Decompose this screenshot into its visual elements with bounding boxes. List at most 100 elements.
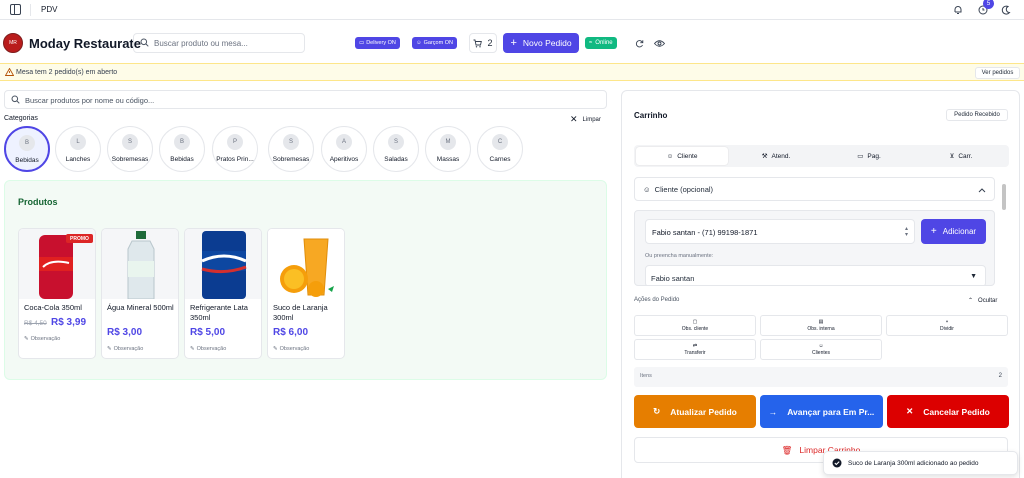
product-search-input[interactable]: Buscar produtos por nome ou código... bbox=[4, 90, 607, 109]
client-accordion[interactable]: ☺ Cliente (opcional) bbox=[634, 177, 995, 201]
clear-categories-button[interactable]: ✕ Limpar bbox=[570, 114, 601, 125]
product-card-refrigerante-lata[interactable]: Refrigerante Lata 350ml R$ 5,00 ✎ Observa… bbox=[184, 228, 262, 359]
cart-button[interactable]: 2 bbox=[469, 33, 497, 53]
product-card-agua-mineral[interactable]: Água Mineral 500ml R$ 3,00 ✎ Observação bbox=[101, 228, 179, 359]
cart-icon: ⊻ bbox=[949, 153, 955, 160]
product-card-suco-laranja[interactable]: Suco de Laranja 300ml R$ 6,00 ✎ Observaçã… bbox=[267, 228, 345, 359]
cancel-order-button[interactable]: ✕ Cancelar Pedido bbox=[887, 395, 1009, 428]
scrollbar[interactable] bbox=[1001, 175, 1007, 285]
dividir-button[interactable]: ⑂ Dividir bbox=[886, 315, 1008, 336]
manual-client-select[interactable]: Fabio santan ▼ bbox=[645, 265, 986, 285]
cart-tabs: ☺ Cliente ⚒ Atend. ▭ Pag. ⊻ Carr. bbox=[634, 145, 1009, 167]
eye-icon[interactable] bbox=[652, 36, 666, 50]
tab-carrinho[interactable]: ⊻ Carr. bbox=[915, 147, 1007, 165]
chevron-up-icon: ⌃ bbox=[968, 298, 974, 304]
order-status-button[interactable]: Pedido Recebido bbox=[946, 109, 1008, 121]
clientes-button[interactable]: ☺ Clientes bbox=[760, 339, 882, 360]
category-massas[interactable]: M Massas bbox=[425, 126, 471, 172]
category-bebidas[interactable]: B Bebidas bbox=[4, 126, 50, 172]
product-name: Água Mineral 500ml bbox=[107, 303, 174, 312]
update-order-button[interactable]: ↻ Atualizar Pedido bbox=[634, 395, 756, 428]
observation-button[interactable]: ✎ Observação bbox=[273, 346, 309, 352]
check-circle-icon bbox=[832, 458, 842, 468]
observation-button[interactable]: ✎ Observação bbox=[190, 346, 226, 352]
client-form: Fabio santan - (71) 99198-1871 ▴ ▾ + Adici… bbox=[634, 210, 995, 286]
hide-actions-button[interactable]: ⌃ Ocultar bbox=[968, 297, 997, 305]
tab-pagamento[interactable]: ▭ Pag. bbox=[823, 147, 915, 165]
clear-label: Limpar bbox=[582, 116, 601, 123]
delivery-label: Delivery ON bbox=[366, 40, 396, 46]
category-label: Lanches bbox=[65, 156, 91, 163]
divider bbox=[30, 4, 31, 16]
category-label: Sobremesas bbox=[111, 156, 149, 163]
category-label: Saladas bbox=[384, 156, 408, 163]
accordion-label: ☺ Cliente (opcional) bbox=[643, 185, 713, 194]
category-lanches[interactable]: L Lanches bbox=[55, 126, 101, 172]
observation-label: Observação bbox=[279, 346, 310, 352]
client-select[interactable]: Fabio santan - (71) 99198-1871 ▴ ▾ bbox=[645, 219, 915, 244]
search-input[interactable]: Buscar produto ou mesa... bbox=[133, 33, 305, 53]
delivery-toggle[interactable]: ▭ Delivery ON bbox=[355, 37, 400, 49]
open-orders-warning: Mesa tem 2 pedido(s) em aberto Ver pedid… bbox=[0, 63, 1024, 81]
category-saladas[interactable]: S Saladas bbox=[373, 126, 419, 172]
category-sobremesas-2[interactable]: S Sobremesas bbox=[268, 126, 314, 172]
category-label: Carnes bbox=[489, 156, 511, 163]
actions-title: Ações do Pedido bbox=[634, 297, 680, 303]
action-label: Dividir bbox=[940, 326, 954, 332]
bell-icon[interactable] bbox=[951, 3, 965, 17]
product-image bbox=[268, 229, 344, 299]
garcom-toggle[interactable]: ☺ Garçom ON bbox=[412, 37, 457, 49]
product-card-coca-cola[interactable]: PROMO Coca-Cola 350ml R$ 4,50 R$ 3,99 ✎ O… bbox=[18, 228, 96, 359]
category-label: Pratos Prin... bbox=[216, 156, 254, 163]
edit-icon: ✎ bbox=[190, 346, 195, 352]
view-orders-button[interactable]: Ver pedidos bbox=[975, 67, 1020, 79]
category-bebidas-2[interactable]: B Bebidas bbox=[159, 126, 205, 172]
category-pratos-principais[interactable]: P Pratos Prin... bbox=[212, 126, 258, 172]
action-label: Transferir bbox=[684, 350, 706, 356]
sidebar-toggle-icon[interactable] bbox=[10, 4, 21, 15]
observation-button[interactable]: ✎ Observação bbox=[107, 346, 143, 352]
toast-text: Suco de Laranja 300ml adicionado ao pedi… bbox=[848, 459, 979, 467]
arrow-right-icon: → bbox=[768, 406, 778, 417]
category-initial: C bbox=[492, 134, 508, 150]
cart-count: 2 bbox=[487, 38, 493, 48]
cancel-order-label: Cancelar Pedido bbox=[923, 406, 990, 417]
refresh-icon[interactable] bbox=[632, 36, 646, 50]
category-label: Sobremesas bbox=[272, 156, 310, 163]
obs-cliente-button[interactable]: ▢ Obs. cliente bbox=[634, 315, 756, 336]
tab-label: Carr. bbox=[958, 152, 973, 160]
advance-order-button[interactable]: → Avançar para Em Pr... bbox=[760, 395, 883, 428]
moon-icon[interactable] bbox=[999, 3, 1013, 17]
warning-text: Mesa tem 2 pedido(s) em aberto bbox=[16, 69, 118, 76]
add-client-label: Adicionar bbox=[942, 227, 977, 236]
garcom-label: Garçom ON bbox=[423, 40, 453, 46]
observation-button[interactable]: ✎ Observação bbox=[24, 336, 60, 342]
tab-atendimento[interactable]: ⚒ Atend. bbox=[730, 147, 822, 165]
categories-title: Categorias bbox=[4, 115, 38, 122]
observation-label: Observação bbox=[196, 346, 227, 352]
tab-label: Atend. bbox=[771, 152, 791, 160]
tab-label: Pag. bbox=[867, 152, 881, 160]
scrollbar-thumb[interactable] bbox=[1002, 184, 1006, 210]
add-client-button[interactable]: + Adicionar bbox=[921, 219, 986, 244]
tab-label: Cliente bbox=[677, 152, 698, 160]
product-name: Refrigerante Lata 350ml bbox=[190, 303, 248, 322]
card-icon: ▭ bbox=[857, 153, 864, 160]
transferir-button[interactable]: ⇄ Transferir bbox=[634, 339, 756, 360]
new-order-button[interactable]: + Novo Pedido bbox=[503, 33, 579, 53]
message-icon: ▢ bbox=[692, 319, 698, 325]
products-panel: Produtos PROMO Coca-Cola 350ml R$ 4,50 R… bbox=[4, 180, 607, 380]
search-icon bbox=[11, 95, 20, 106]
category-aperitivos[interactable]: A Aperitivos bbox=[321, 126, 367, 172]
observation-label: Observação bbox=[30, 336, 61, 342]
category-sobremesas[interactable]: S Sobremesas bbox=[107, 126, 153, 172]
search-icon bbox=[140, 38, 149, 49]
users-icon: ☺ bbox=[818, 343, 824, 349]
action-label: Obs. interna bbox=[807, 326, 835, 332]
obs-interna-button[interactable]: ▤ Obs. interna bbox=[760, 315, 882, 336]
file-icon: ▤ bbox=[818, 319, 824, 325]
accordion-text: Cliente (opcional) bbox=[654, 185, 714, 194]
category-carnes[interactable]: C Carnes bbox=[477, 126, 523, 172]
tab-cliente[interactable]: ☺ Cliente bbox=[636, 147, 728, 165]
top-bar: PDV 5 bbox=[0, 0, 1024, 20]
